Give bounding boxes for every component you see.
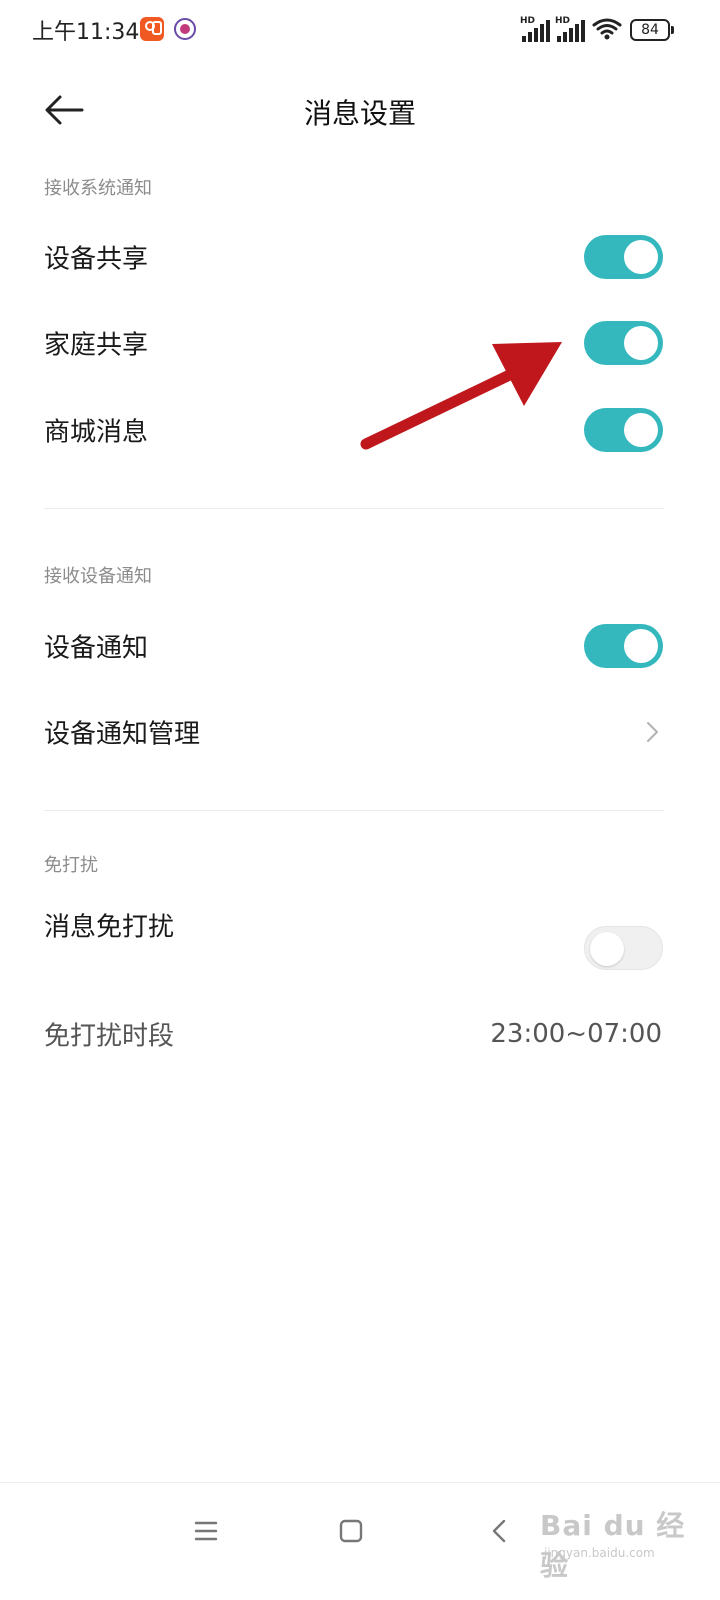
section-label-system: 接收系统通知 bbox=[44, 178, 152, 199]
setting-row-dnd-period[interactable]: 免打扰时段 23:00~07:00 bbox=[0, 991, 720, 1077]
chevron-right-icon bbox=[647, 722, 658, 742]
toggle-knob bbox=[590, 932, 624, 966]
watermark-text: Bai du 经验 bbox=[540, 1509, 686, 1582]
app-notification-icon bbox=[140, 17, 164, 41]
section-label-dnd: 免打扰 bbox=[44, 855, 98, 876]
device-share-toggle[interactable] bbox=[584, 235, 663, 279]
status-bar: 上午11:34 HD HD 84 bbox=[0, 0, 720, 60]
battery-icon: 84 bbox=[630, 19, 674, 41]
header: 消息设置 bbox=[0, 70, 720, 150]
section-divider bbox=[44, 810, 664, 811]
toggle-knob bbox=[624, 326, 658, 360]
device-notify-toggle[interactable] bbox=[584, 624, 663, 668]
app-notification-icon-2 bbox=[174, 18, 196, 40]
mall-messages-toggle[interactable] bbox=[584, 408, 663, 452]
setting-label: 家庭共享 bbox=[44, 330, 149, 361]
dnd-period-value: 23:00~07:00 bbox=[490, 1019, 662, 1049]
dnd-toggle[interactable] bbox=[584, 926, 663, 970]
back-icon[interactable] bbox=[478, 1509, 522, 1553]
signal-icon: HD bbox=[555, 16, 585, 42]
section-label-device: 接收设备通知 bbox=[44, 566, 152, 587]
setting-row-device-notify: 设备通知 bbox=[0, 603, 720, 689]
setting-label: 免打扰时段 bbox=[44, 1021, 175, 1052]
toggle-knob bbox=[624, 629, 658, 663]
battery-level: 84 bbox=[630, 19, 670, 41]
setting-label: 设备共享 bbox=[44, 244, 149, 275]
family-share-toggle[interactable] bbox=[584, 321, 663, 365]
setting-row-family-share: 家庭共享 bbox=[0, 300, 720, 386]
setting-label: 商城消息 bbox=[44, 417, 149, 448]
page-title: 消息设置 bbox=[303, 97, 416, 130]
menu-icon[interactable] bbox=[184, 1509, 228, 1553]
toggle-knob bbox=[624, 413, 658, 447]
status-time: 上午11:34 bbox=[32, 20, 140, 45]
toggle-knob bbox=[624, 240, 658, 274]
setting-row-device-share: 设备共享 bbox=[0, 214, 720, 300]
section-divider bbox=[44, 508, 664, 509]
setting-row-device-notify-manage[interactable]: 设备通知管理 bbox=[0, 689, 720, 775]
signal-icon: HD bbox=[520, 16, 550, 42]
setting-label: 设备通知管理 bbox=[44, 719, 201, 750]
watermark: Bai du 经验 jingyan.baidu.com bbox=[540, 1488, 690, 1582]
setting-label: 消息免打扰 bbox=[44, 912, 175, 943]
setting-label: 设备通知 bbox=[44, 633, 149, 664]
home-icon[interactable] bbox=[329, 1509, 373, 1553]
watermark-url: jingyan.baidu.com bbox=[544, 1546, 655, 1560]
wifi-icon bbox=[592, 18, 622, 40]
setting-row-mall-messages: 商城消息 bbox=[0, 387, 720, 473]
